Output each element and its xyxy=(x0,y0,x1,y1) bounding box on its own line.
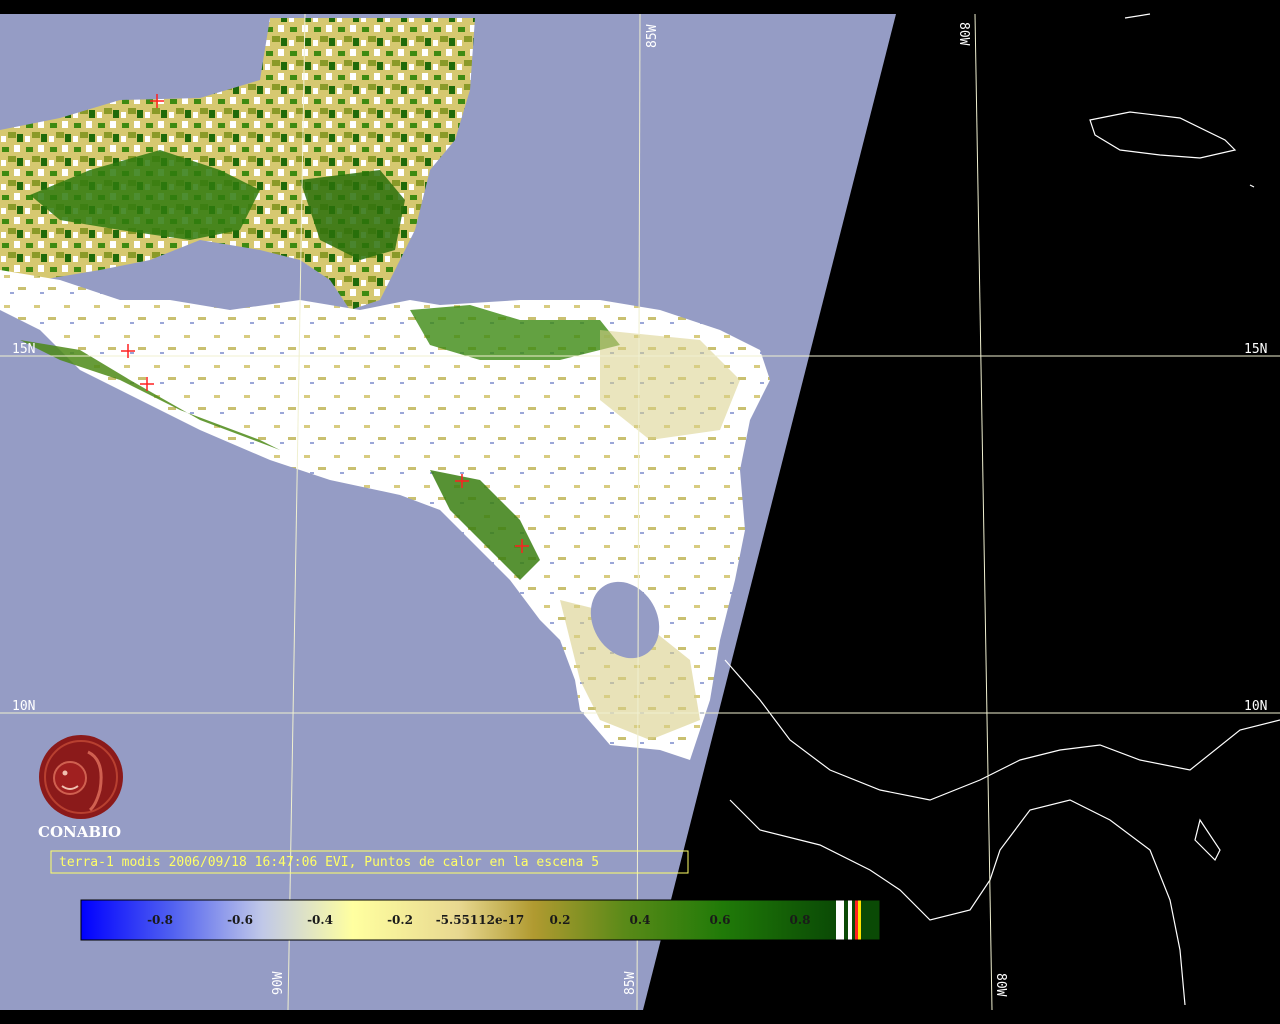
colorbar: -0.8 -0.6 -0.4 -0.2 -5.55112e-17 0.2 0.4 0.6 0.8 xyxy=(80,899,881,941)
colorbar-tick-label: 0.6 xyxy=(710,913,731,927)
colorbar-tick-label: -0.4 xyxy=(307,913,333,927)
label-80w-top: 80W xyxy=(956,22,971,46)
colorbar-tick-label: 0.8 xyxy=(790,913,811,927)
label-85w-top: 85W xyxy=(645,24,660,48)
label-15n-left: 15N xyxy=(12,342,35,357)
colorbar-hotspot-swatch xyxy=(855,900,858,940)
label-10n-right: 10N xyxy=(1244,699,1267,714)
colorbar-tick-label: -0.2 xyxy=(387,913,413,927)
colorbar-tick-label: 0.2 xyxy=(550,913,571,927)
conabio-logo: CONABIO xyxy=(38,735,123,841)
label-10n-left: 10N xyxy=(12,699,35,714)
bottom-border xyxy=(0,1010,1280,1024)
caption-text: terra-1 modis 2006/09/18 16:47:06 EVI, P… xyxy=(59,855,599,870)
colorbar-tick-label: -5.55112e-17 xyxy=(436,913,525,927)
colorbar-white-swatch xyxy=(848,900,852,940)
label-15n-right: 15N xyxy=(1244,342,1267,357)
evi-satellite-map: 15N 15N 10N 10N 85W 80W 90W 85W 80W CONA… xyxy=(0,0,1280,1024)
label-90w-bottom: 90W xyxy=(271,971,286,995)
colorbar-tick-label: -0.6 xyxy=(227,913,253,927)
conabio-emblem-icon xyxy=(39,735,123,819)
colorbar-tick-label: -0.8 xyxy=(147,913,173,927)
colorbar-yellow-swatch xyxy=(858,900,861,940)
colorbar-cloud-swatch xyxy=(836,900,844,940)
caption-box: terra-1 modis 2006/09/18 16:47:06 EVI, P… xyxy=(50,850,689,874)
colorbar-tick-label: 0.4 xyxy=(630,913,651,927)
conabio-wordmark: CONABIO xyxy=(38,823,121,841)
colorbar-tick-labels: -0.8 -0.6 -0.4 -0.2 -5.55112e-17 0.2 0.4 0.6 0.8 xyxy=(147,913,810,927)
label-80w-bottom: 80W xyxy=(993,973,1008,997)
top-border xyxy=(0,0,1280,14)
label-85w-bottom: 85W xyxy=(623,971,638,995)
